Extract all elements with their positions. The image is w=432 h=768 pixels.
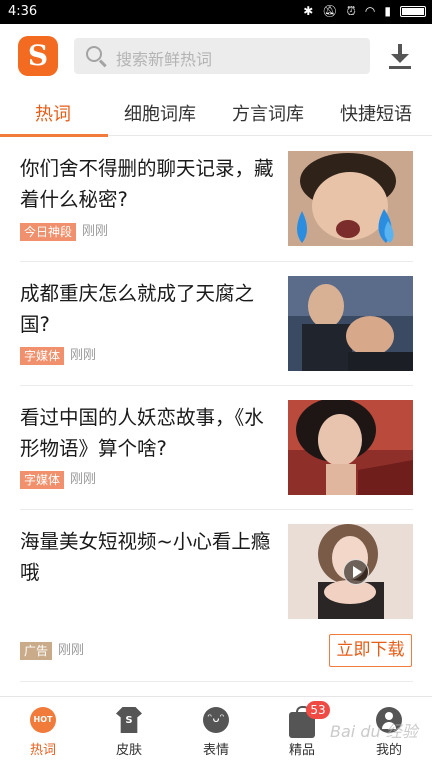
feed-divider: [20, 509, 413, 510]
feed-item-tag: 今日神段: [20, 223, 77, 241]
download-now-button[interactable]: 立即下载: [329, 634, 412, 667]
status-icons: ✱ 🔕︎ ⏰︎ ◠ ▮: [303, 3, 426, 19]
tab-hot-words[interactable]: 热词: [35, 100, 71, 126]
tab-quick-phrases[interactable]: 快捷短语: [340, 100, 412, 126]
category-tabs: 热词 细胞词库 方言词库 快捷短语: [0, 88, 432, 137]
search-icon: [86, 46, 102, 62]
wifi-icon: ◠: [364, 4, 376, 18]
tab-cell-dictionary[interactable]: 细胞词库: [124, 100, 196, 126]
nav-label: 皮肤: [115, 743, 142, 758]
feed-item-time: 刚刚: [58, 643, 85, 658]
active-tab-indicator: [0, 134, 108, 137]
nav-skins[interactable]: S 皮肤: [99, 707, 159, 758]
notification-badge: 53: [306, 701, 330, 719]
feed-item-title[interactable]: 海量美女短视频~小心看上瘾哦: [20, 526, 282, 588]
feed-item-tag: 字媒体: [20, 347, 65, 365]
battery-icon: [400, 5, 426, 17]
download-icon[interactable]: [388, 44, 412, 70]
signal-icon: ▮: [384, 4, 391, 18]
tab-dialect-dictionary[interactable]: 方言词库: [232, 100, 304, 126]
feed-item-time: 刚刚: [70, 348, 97, 363]
feed-item-thumbnail[interactable]: [288, 400, 413, 495]
feed-item-thumbnail[interactable]: [288, 276, 413, 371]
mute-icon: 🔕︎: [322, 4, 338, 18]
feed-item-title[interactable]: 看过中国的人妖恋故事，《水形物语》算个啥?: [20, 402, 282, 464]
search-input[interactable]: 搜索新鲜热词: [74, 38, 370, 74]
nav-label: 表情: [202, 743, 229, 758]
face-icon: ᵔᴗᵔ: [203, 707, 229, 733]
feed-divider: [20, 261, 413, 262]
feed-item-time: 刚刚: [82, 224, 109, 239]
status-bar: 4:36 ✱ 🔕︎ ⏰︎ ◠ ▮: [0, 0, 432, 24]
app-header: S 搜索新鲜热词: [0, 24, 432, 88]
nav-emoji[interactable]: ᵔᴗᵔ 表情: [186, 707, 246, 758]
nav-label: 热词: [29, 743, 56, 758]
feed-divider: [20, 681, 413, 682]
feed-item-tag: 字媒体: [20, 471, 65, 489]
shirt-icon: S: [116, 707, 142, 733]
hot-icon: HOT: [30, 707, 56, 733]
nav-hot-words[interactable]: HOT 热词: [13, 707, 73, 758]
sogou-logo[interactable]: S: [18, 36, 58, 76]
play-icon[interactable]: [343, 559, 369, 585]
feed-divider: [20, 385, 413, 386]
app-screen: 4:36 ✱ 🔕︎ ⏰︎ ◠ ▮ S 搜索新鲜热词 热词 细胞词库 方言词库 快…: [0, 0, 432, 768]
search-placeholder: 搜索新鲜热词: [116, 50, 213, 69]
feed-item-video-thumbnail[interactable]: [288, 524, 413, 619]
bluetooth-icon: ✱: [303, 4, 314, 18]
watermark: Bai du 经验: [330, 722, 418, 741]
nav-label: 精品: [288, 743, 315, 758]
alarm-icon: ⏰︎: [346, 4, 356, 18]
feed-item-title[interactable]: 你们舍不得删的聊天记录，藏着什么秘密?: [20, 153, 282, 215]
feed-item-time: 刚刚: [70, 472, 97, 487]
ad-tag: 广告: [20, 642, 53, 660]
status-time: 4:36: [8, 4, 38, 19]
feed-item-title[interactable]: 成都重庆怎么就成了天腐之国?: [20, 278, 282, 340]
feed-item-thumbnail[interactable]: [288, 151, 413, 246]
